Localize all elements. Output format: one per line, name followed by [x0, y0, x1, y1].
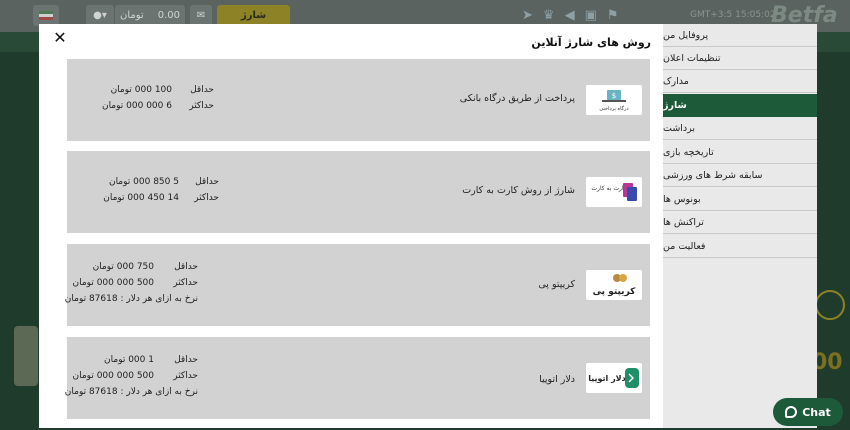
sidebar-item-my-activity[interactable]: فعالیت من — [663, 235, 817, 258]
sidebar-item-label: بونوس ها — [663, 193, 701, 205]
utopia-dollar-logo-icon: دلار اتوپیا — [586, 363, 642, 393]
messages-button[interactable]: ✉ — [190, 5, 212, 26]
chat-bubble-icon — [785, 406, 798, 418]
chat-label: Chat — [802, 405, 831, 419]
sidebar-item-bonuses[interactable]: بونوس ها — [663, 188, 817, 211]
method-name: شارژ از روش کارت به کارت — [462, 185, 575, 196]
background-panel — [14, 326, 38, 386]
max-label: حداکثر — [194, 193, 219, 203]
max-value: 6 000 000 تومان — [101, 101, 172, 111]
sidebar-item-profile[interactable]: پروفایل من — [663, 24, 817, 47]
method-name: کریپتو پی — [538, 279, 575, 290]
flag-icon — [39, 11, 53, 20]
max-label: حداکثر — [189, 101, 214, 111]
utopia-dollar-logo-text: دلار اتوپیا — [588, 374, 626, 383]
sidebar-item-label: تراکنش ها — [663, 216, 704, 228]
sidebar-item-withdraw[interactable]: برداشت — [663, 117, 817, 140]
chat-button[interactable]: Chat — [773, 398, 843, 426]
min-value: 750 000 تومان — [92, 262, 154, 272]
min-label: حداقل — [190, 85, 214, 95]
close-icon[interactable]: ✕ — [52, 30, 68, 46]
crypto-pay-logo-icon: کریپتو پی — [586, 270, 642, 300]
payment-method-card[interactable]: کریپتو پی کریپتو پی حداقل 750 000 تومان … — [64, 244, 650, 326]
max-value: 500 000 000 تومان — [72, 371, 155, 381]
payment-method-card[interactable]: دلار اتوپیا دلار اتوپیا حداقل 1 000 توما… — [64, 337, 650, 419]
balance-display[interactable]: تومان 0.00 — [115, 5, 185, 26]
min-label: حداقل — [174, 262, 198, 272]
header-charge-button[interactable]: شارژ — [217, 5, 290, 26]
sidebar-item-label: شارژ — [663, 100, 687, 111]
sidebar-item-label: پروفایل من — [663, 29, 709, 41]
sidebar-item-game-history[interactable]: تاریخچه بازی — [663, 141, 817, 164]
sidebar-item-label: مدارک — [663, 75, 689, 87]
sidebar-item-transactions[interactable]: تراکنش ها — [663, 211, 817, 234]
sidebar-item-label: فعالیت من — [663, 240, 706, 252]
sidebar-item-notification-settings[interactable]: تنظیمات اعلان — [663, 47, 817, 70]
account-sidebar: پروفایل من تنظیمات اعلان مدارک شارژ بردا… — [663, 24, 817, 428]
crypto-pay-logo-text: کریپتو پی — [593, 287, 637, 297]
user-menu-button[interactable]: ●▾ — [86, 5, 114, 26]
sidebar-item-label: تاریخچه بازی — [663, 146, 714, 158]
min-label: حداقل — [174, 355, 198, 365]
mail-icon: ✉ — [196, 10, 206, 21]
balance-amount: 0.00 — [157, 10, 180, 21]
promo-icon[interactable]: ⚑ — [607, 8, 619, 23]
modal-title: روش های شارژ آنلاین — [531, 36, 651, 49]
svg-text:$: $ — [612, 92, 616, 100]
sidebar-item-documents[interactable]: مدارک — [663, 70, 817, 93]
exchange-rate: نرخ به ازای هر دلار : 87618 تومان — [64, 387, 198, 397]
max-value: 14 450 000 تومان — [103, 193, 179, 203]
trophy-icon[interactable]: ♛ — [543, 8, 555, 23]
megaphone-icon[interactable]: ◀ — [565, 8, 575, 23]
sidebar-item-label: تنظیمات اعلان — [663, 52, 721, 64]
bank-gateway-logo-icon: $ درگاه پرداختی — [586, 85, 642, 115]
payment-method-card[interactable]: $ درگاه پرداختی پرداخت از طریق درگاه بان… — [67, 59, 650, 141]
balance-currency: تومان — [120, 10, 144, 21]
sidebar-item-label: سابقه شرط های ورزشی — [663, 169, 763, 181]
min-value: 100 000 تومان — [110, 85, 172, 95]
gift-icon[interactable]: ▣ — [585, 8, 597, 23]
sidebar-item-sports-bet-history[interactable]: سابقه شرط های ورزشی — [663, 164, 817, 187]
background-coin-icon — [815, 290, 845, 320]
method-name: پرداخت از طریق درگاه بانکی — [459, 93, 575, 104]
payment-method-card[interactable]: کارت به کارت شارژ از روش کارت به کارت حد… — [67, 151, 650, 233]
max-label: حداکثر — [173, 278, 198, 288]
telegram-icon[interactable]: ➤ — [522, 8, 533, 23]
card-to-card-logo-icon: کارت به کارت — [586, 177, 642, 207]
exchange-rate: نرخ به ازای هر دلار : 87618 تومان — [64, 294, 198, 304]
sidebar-item-label: برداشت — [663, 122, 696, 134]
min-value: 5 850 000 تومان — [108, 177, 179, 187]
bank-gateway-logo-text: درگاه پرداختی — [599, 105, 628, 112]
clock: GMT+3:5 15:05:02 — [690, 10, 776, 20]
card-to-card-logo-text: کارت به کارت — [591, 185, 626, 192]
header-icons: ➤ ♛ ◀ ▣ ⚑ — [522, 8, 619, 23]
min-label: حداقل — [195, 177, 219, 187]
min-value: 1 000 تومان — [104, 355, 154, 365]
max-value: 500 000 000 تومان — [72, 278, 155, 288]
sidebar-item-charge[interactable]: شارژ — [663, 94, 817, 117]
max-label: حداکثر — [173, 371, 198, 381]
user-icon: ●▾ — [93, 10, 107, 21]
language-flag-button[interactable] — [33, 5, 59, 26]
method-name: دلار اتوپیا — [539, 374, 575, 385]
online-charge-modal: ✕ روش های شارژ آنلاین $ درگاه پرداختی پر… — [39, 24, 663, 428]
